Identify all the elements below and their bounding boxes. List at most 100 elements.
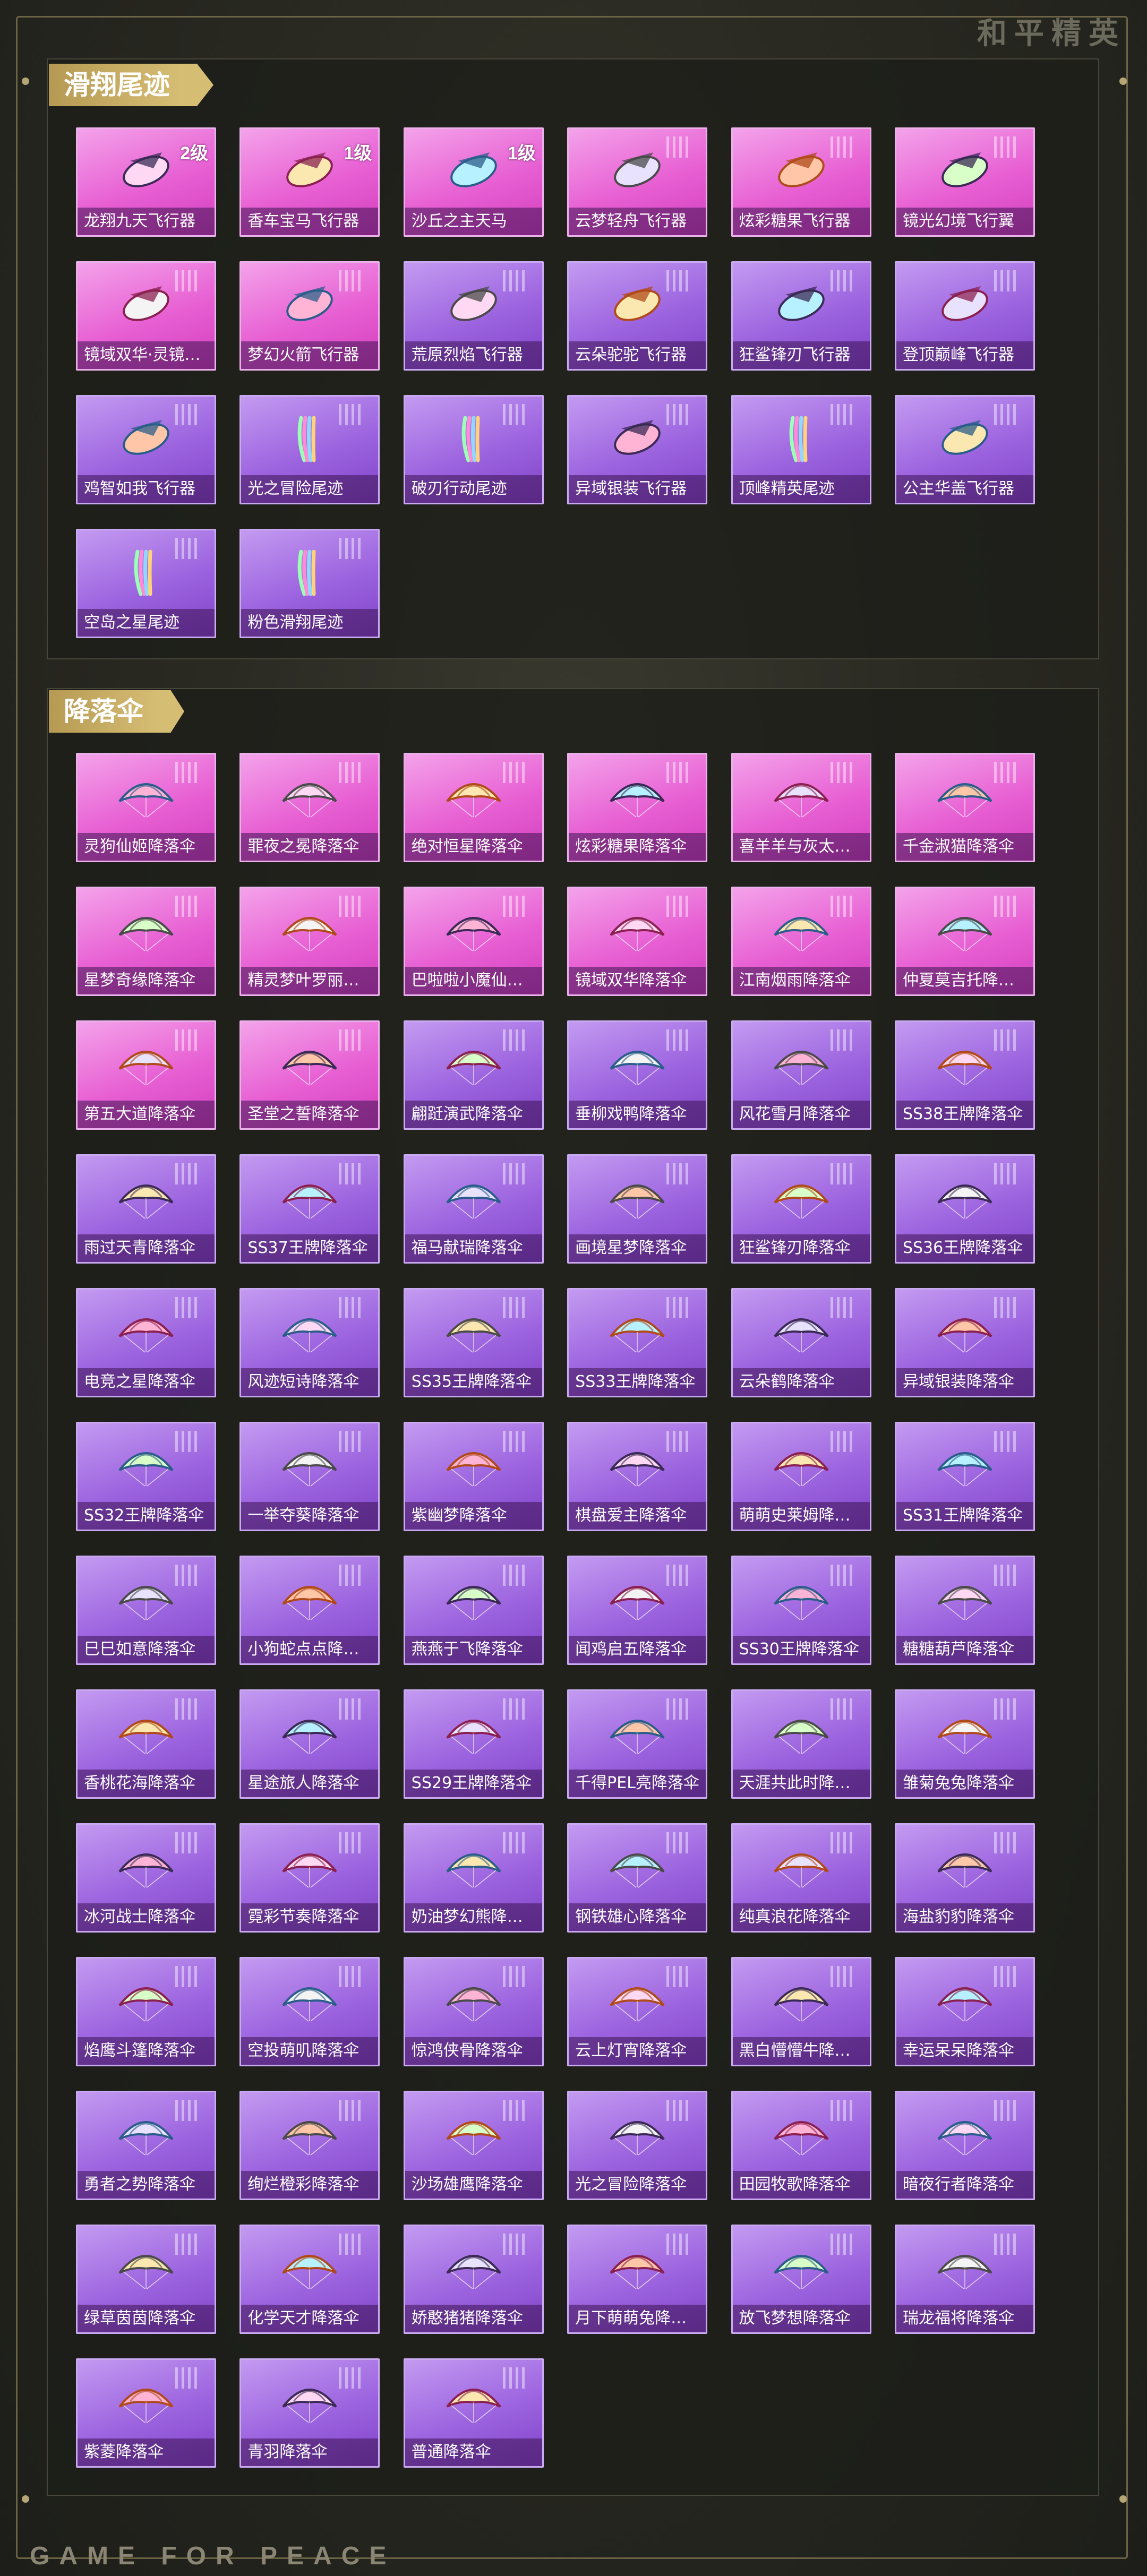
glide-item-card[interactable]: 光之冒险尾迹 xyxy=(239,395,380,504)
glide-item-card[interactable]: 梦幻火箭飞行器 xyxy=(239,261,380,371)
parachute-item-card[interactable]: 纯真浪花降落伞 xyxy=(731,1823,871,1933)
parachute-item-card[interactable]: 田园牧歌降落伞 xyxy=(731,2091,871,2200)
glide-item-card[interactable]: 粉色滑翔尾迹 xyxy=(239,529,380,638)
parachute-item-card[interactable]: 罪夜之冕降落伞 xyxy=(239,753,380,862)
parachute-item-card[interactable]: 月下萌萌兔降… xyxy=(567,2225,708,2334)
parachute-item-card[interactable]: 冰河战士降落伞 xyxy=(76,1823,216,1933)
parachute-item-card[interactable]: 云朵鹤降落伞 xyxy=(731,1288,871,1397)
parachute-item-card[interactable]: 棋盘爱主降落伞 xyxy=(567,1422,708,1531)
parachute-item-card[interactable]: 钢铁雄心降落伞 xyxy=(567,1823,708,1933)
parachute-item-card[interactable]: 霓彩节奏降落伞 xyxy=(239,1823,380,1933)
parachute-item-card[interactable]: 黑白懵懵牛降… xyxy=(731,1957,871,2066)
parachute-item-card[interactable]: 雨过天青降落伞 xyxy=(76,1154,216,1264)
parachute-item-card[interactable]: 仲夏莫吉托降… xyxy=(894,887,1035,996)
parachute-item-card[interactable]: SS36王牌降落伞 xyxy=(894,1154,1035,1264)
parachute-item-card[interactable]: SS29王牌降落伞 xyxy=(403,1689,544,1799)
parachute-item-card[interactable]: 风花雪月降落伞 xyxy=(731,1020,871,1130)
parachute-item-card[interactable]: SS33王牌降落伞 xyxy=(567,1288,708,1397)
glide-item-card[interactable]: 空岛之星尾迹 xyxy=(76,529,216,638)
parachute-item-card[interactable]: 云上灯宵降落伞 xyxy=(567,1957,708,2066)
parachute-item-card[interactable]: 空投萌叽降落伞 xyxy=(239,1957,380,2066)
parachute-item-card[interactable]: SS30王牌降落伞 xyxy=(731,1556,871,1665)
parachute-item-card[interactable]: 风迹短诗降落伞 xyxy=(239,1288,380,1397)
parachute-item-card[interactable]: SS31王牌降落伞 xyxy=(894,1422,1035,1531)
parachute-item-card[interactable]: 福马献瑞降落伞 xyxy=(403,1154,544,1264)
rarity-stripes-icon xyxy=(666,1431,695,1452)
parachute-item-card[interactable]: SS32王牌降落伞 xyxy=(76,1422,216,1531)
parachute-item-card[interactable]: 绝对恒星降落伞 xyxy=(403,753,544,862)
parachute-item-card[interactable]: 紫幽梦降落伞 xyxy=(403,1422,544,1531)
parachute-item-card[interactable]: 星梦奇缘降落伞 xyxy=(76,887,216,996)
parachute-icon xyxy=(282,783,337,818)
parachute-item-card[interactable]: 精灵梦叶罗丽… xyxy=(239,887,380,996)
parachute-item-card[interactable]: 青羽降落伞 xyxy=(239,2358,380,2468)
parachute-item-card[interactable]: 燕燕于飞降落伞 xyxy=(403,1556,544,1665)
parachute-item-card[interactable]: 绿草茵茵降落伞 xyxy=(76,2225,216,2334)
parachute-item-card[interactable]: 镜域双华降落伞 xyxy=(567,887,708,996)
parachute-item-card[interactable]: 勇者之势降落伞 xyxy=(76,2091,216,2200)
parachute-item-card[interactable]: 闻鸡启五降落伞 xyxy=(567,1556,708,1665)
parachute-item-card[interactable]: 第五大道降落伞 xyxy=(76,1020,216,1130)
rarity-stripes-icon xyxy=(994,1832,1023,1853)
parachute-item-card[interactable]: 翩跹演武降落伞 xyxy=(403,1020,544,1130)
parachute-item-card[interactable]: 暗夜行者降落伞 xyxy=(894,2091,1035,2200)
parachute-item-card[interactable]: 巴啦啦小魔仙… xyxy=(403,887,544,996)
parachute-item-card[interactable]: SS35王牌降落伞 xyxy=(403,1288,544,1397)
parachute-item-card[interactable]: 小狗蛇点点降… xyxy=(239,1556,380,1665)
parachute-item-card[interactable]: 萌萌史莱姆降… xyxy=(731,1422,871,1531)
parachute-item-card[interactable]: 千金淑猫降落伞 xyxy=(894,753,1035,862)
parachute-item-card[interactable]: 娇憨猪猪降落伞 xyxy=(403,2225,544,2334)
glide-item-card[interactable]: 1级 香车宝马飞行器 xyxy=(239,127,380,237)
parachute-item-card[interactable]: 香桃花海降落伞 xyxy=(76,1689,216,1799)
glide-item-card[interactable]: 荒原烈焰飞行器 xyxy=(403,261,544,371)
glide-item-card[interactable]: 炫彩糖果飞行器 xyxy=(731,127,871,237)
parachute-item-card[interactable]: 惊鸿侠骨降落伞 xyxy=(403,1957,544,2066)
parachute-item-card[interactable]: SS37王牌降落伞 xyxy=(239,1154,380,1264)
parachute-item-card[interactable]: SS38王牌降落伞 xyxy=(894,1020,1035,1130)
parachute-item-card[interactable]: 圣堂之誓降落伞 xyxy=(239,1020,380,1130)
parachute-item-card[interactable]: 天涯共此时降… xyxy=(731,1689,871,1799)
parachute-item-card[interactable]: 紫菱降落伞 xyxy=(76,2358,216,2468)
parachute-item-card[interactable]: 奶油梦幻熊降… xyxy=(403,1823,544,1933)
parachute-item-card[interactable]: 灵狗仙姬降落伞 xyxy=(76,753,216,862)
parachute-item-card[interactable]: 沙场雄鹰降落伞 xyxy=(403,2091,544,2200)
parachute-item-card[interactable]: 星途旅人降落伞 xyxy=(239,1689,380,1799)
parachute-item-card[interactable]: 垂柳戏鸭降落伞 xyxy=(567,1020,708,1130)
parachute-icon xyxy=(446,1452,501,1487)
parachute-item-card[interactable]: 一举夺葵降落伞 xyxy=(239,1422,380,1531)
glide-item-card[interactable]: 1级 沙丘之主天马 xyxy=(403,127,544,237)
parachute-item-card[interactable]: 炫彩糖果降落伞 xyxy=(567,753,708,862)
parachute-icon xyxy=(773,1853,829,1888)
glide-item-card[interactable]: 狂鲨锋刃飞行器 xyxy=(731,261,871,371)
glide-item-card[interactable]: 异域银装飞行器 xyxy=(567,395,708,504)
glide-item-card[interactable]: 云梦轻舟飞行器 xyxy=(567,127,708,237)
parachute-item-card[interactable]: 普通降落伞 xyxy=(403,2358,544,2468)
glide-item-card[interactable]: 破刃行动尾迹 xyxy=(403,395,544,504)
parachute-item-card[interactable]: 雏菊兔兔降落伞 xyxy=(894,1689,1035,1799)
glide-item-card[interactable]: 登顶巅峰飞行器 xyxy=(894,261,1035,371)
glide-item-card[interactable]: 鸡智如我飞行器 xyxy=(76,395,216,504)
parachute-item-card[interactable]: 异域银装降落伞 xyxy=(894,1288,1035,1397)
parachute-item-card[interactable]: 焰鹰斗篷降落伞 xyxy=(76,1957,216,2066)
glide-item-card[interactable]: 镜光幻境飞行翼 xyxy=(894,127,1035,237)
glide-item-card[interactable]: 顶峰精英尾迹 xyxy=(731,395,871,504)
parachute-item-card[interactable]: 糖糖葫芦降落伞 xyxy=(894,1556,1035,1665)
parachute-item-card[interactable]: 化学天才降落伞 xyxy=(239,2225,380,2334)
parachute-item-card[interactable]: 光之冒险降落伞 xyxy=(567,2091,708,2200)
parachute-item-card[interactable]: 千得PEL亮降落伞 xyxy=(567,1689,708,1799)
parachute-item-card[interactable]: 巳巳如意降落伞 xyxy=(76,1556,216,1665)
glide-item-card[interactable]: 镜域双华·灵镜… xyxy=(76,261,216,371)
glide-item-card[interactable]: 云朵驼驼飞行器 xyxy=(567,261,708,371)
parachute-item-card[interactable]: 电竞之星降落伞 xyxy=(76,1288,216,1397)
parachute-item-card[interactable]: 江南烟雨降落伞 xyxy=(731,887,871,996)
parachute-item-card[interactable]: 放飞梦想降落伞 xyxy=(731,2225,871,2334)
glide-item-card[interactable]: 2级 龙翔九天飞行器 xyxy=(76,127,216,237)
parachute-item-card[interactable]: 海盐豹豹降落伞 xyxy=(894,1823,1035,1933)
parachute-item-card[interactable]: 喜羊羊与灰太… xyxy=(731,753,871,862)
glide-item-card[interactable]: 公主华盖飞行器 xyxy=(894,395,1035,504)
parachute-item-card[interactable]: 狂鲨锋刃降落伞 xyxy=(731,1154,871,1264)
parachute-item-card[interactable]: 幸运呆呆降落伞 xyxy=(894,1957,1035,2066)
parachute-item-card[interactable]: 瑞龙福将降落伞 xyxy=(894,2225,1035,2334)
parachute-item-card[interactable]: 画境星梦降落伞 xyxy=(567,1154,708,1264)
parachute-item-card[interactable]: 绚烂橙彩降落伞 xyxy=(239,2091,380,2200)
